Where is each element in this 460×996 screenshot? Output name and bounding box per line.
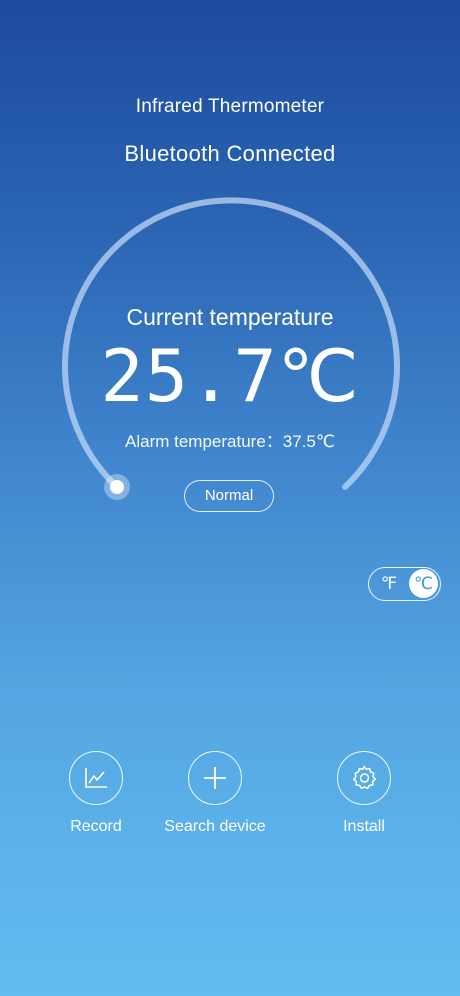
install-circle[interactable] [337, 751, 391, 805]
search-device-label: Search device [164, 818, 266, 835]
install-button[interactable]: Install [304, 751, 424, 836]
unit-toggle[interactable]: ℉ ℃ [368, 567, 441, 601]
gear-icon [352, 765, 377, 790]
plus-icon [204, 767, 226, 789]
app-title: Infrared Thermometer [135, 96, 325, 117]
connection-status: Bluetooth Connected [124, 141, 336, 166]
record-button[interactable]: Record [36, 751, 156, 836]
unit-celsius[interactable]: ℃ [409, 569, 438, 598]
record-circle[interactable] [69, 751, 123, 805]
unit-fahrenheit[interactable]: ℉ [375, 568, 403, 599]
gauge-indicator [104, 474, 130, 500]
install-label: Install [343, 818, 385, 835]
alarm-temperature: Alarm temperature：37.5℃ [125, 432, 335, 451]
search-device-button[interactable]: Search device [155, 751, 275, 836]
line-chart-icon [85, 768, 107, 788]
gauge-indicator-dot [110, 480, 124, 494]
record-label: Record [70, 818, 122, 835]
search-device-circle[interactable] [188, 751, 242, 805]
current-temperature-label: Current temperature [126, 304, 334, 330]
current-temperature-value: 25.7℃ [100, 334, 360, 418]
status-badge: Normal [184, 480, 274, 512]
